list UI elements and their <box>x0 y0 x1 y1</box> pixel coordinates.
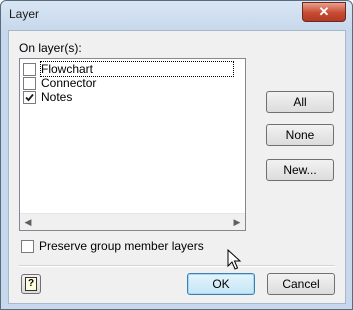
close-button[interactable]: ✕ <box>302 2 346 22</box>
on-layers-label: On layer(s): <box>19 41 82 55</box>
layer-checkbox-notes[interactable] <box>23 90 36 104</box>
layer-item-notes[interactable]: Notes <box>23 90 72 104</box>
preserve-label: Preserve group member layers <box>39 239 204 253</box>
layer-item-flowchart[interactable]: Flowchart <box>23 61 235 77</box>
layer-label-connector: Connector <box>41 76 97 90</box>
help-button[interactable]: ? <box>21 274 41 294</box>
preserve-group-option[interactable]: Preserve group member layers <box>21 239 204 253</box>
checkmark-icon <box>25 93 34 101</box>
help-icon: ? <box>25 277 37 291</box>
ok-button[interactable]: OK <box>187 273 255 295</box>
new-button[interactable]: New... <box>266 159 334 181</box>
layers-listbox[interactable]: Flowchart Connector Notes ◀ ▶ <box>19 58 246 231</box>
preserve-checkbox[interactable] <box>21 239 34 253</box>
title-bar: Layer ✕ <box>1 1 352 29</box>
layer-label-notes: Notes <box>41 90 73 104</box>
mouse-pointer-icon <box>227 249 242 270</box>
layer-dialog: Layer ✕ On layer(s): Flowchart Connector <box>0 0 353 310</box>
cancel-button[interactable]: Cancel <box>267 273 335 295</box>
all-button[interactable]: All <box>266 91 334 113</box>
window-title: Layer <box>9 7 40 21</box>
scroll-right-icon[interactable]: ▶ <box>231 216 243 228</box>
none-button[interactable]: None <box>266 124 334 146</box>
layer-checkbox-flowchart[interactable] <box>23 62 36 76</box>
close-icon: ✕ <box>318 4 330 19</box>
dialog-body: On layer(s): Flowchart Connector Notes ◀ <box>8 30 346 304</box>
horizontal-scrollbar[interactable]: ◀ ▶ <box>20 213 245 230</box>
footer-divider <box>19 265 335 267</box>
layer-label-flowchart: Flowchart <box>39 61 235 77</box>
scroll-left-icon[interactable]: ◀ <box>22 216 34 228</box>
layer-checkbox-connector[interactable] <box>23 76 36 90</box>
layer-item-connector[interactable]: Connector <box>23 76 96 90</box>
